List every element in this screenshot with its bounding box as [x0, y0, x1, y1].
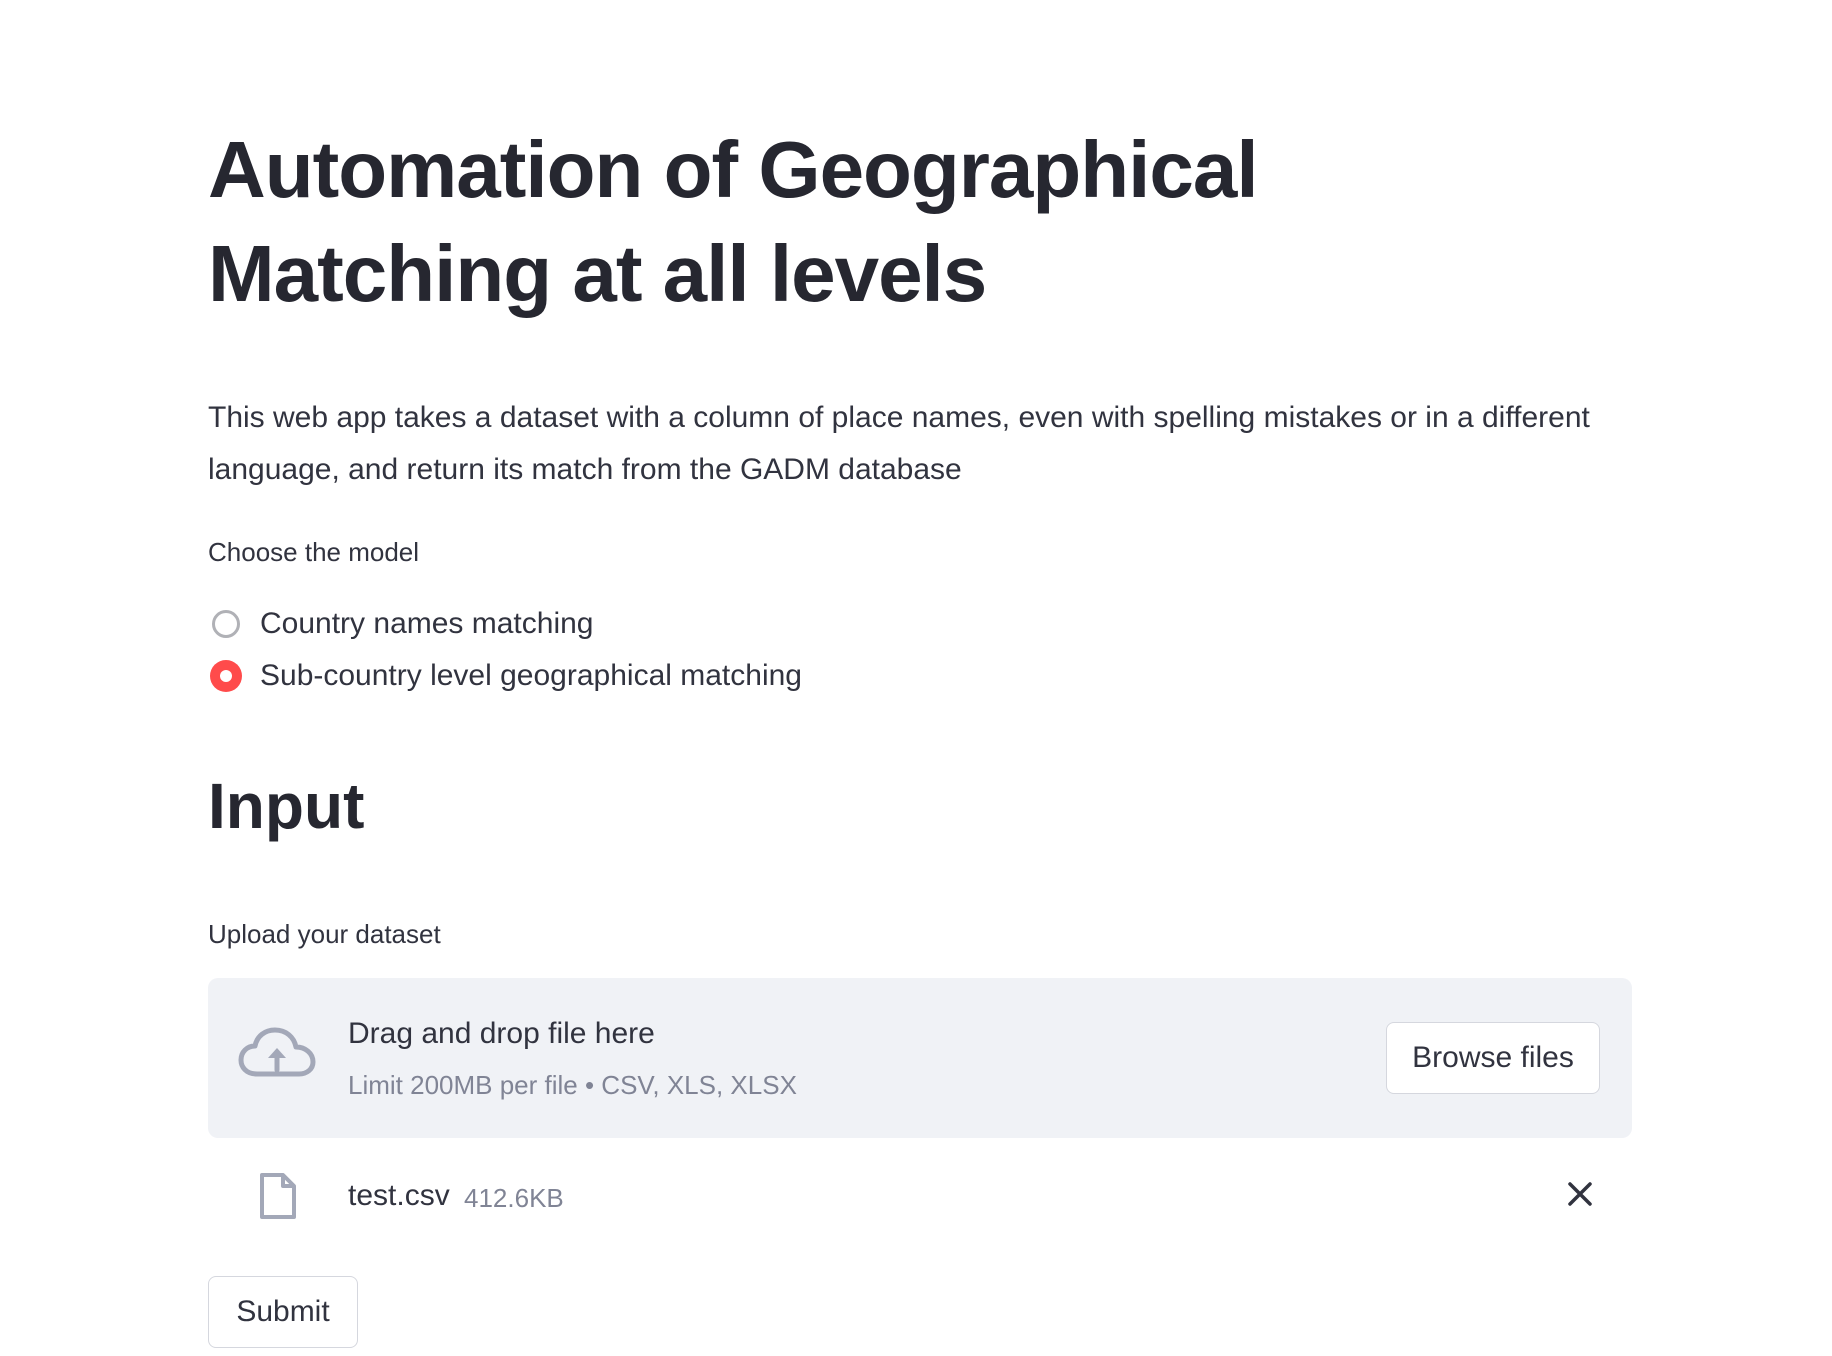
dropzone-title: Drag and drop file here	[348, 1017, 655, 1050]
submit-button[interactable]: Submit	[208, 1276, 358, 1348]
radio-option-country-names[interactable]: Country names matching	[208, 598, 802, 650]
input-section-heading: Input	[208, 770, 365, 842]
uploaded-file-size: 412.6KB	[464, 1183, 564, 1213]
app-description: This web app takes a dataset with a colu…	[208, 401, 1590, 486]
uploaded-file-name: test.csv	[348, 1179, 450, 1212]
model-select-label: Choose the model	[208, 537, 420, 567]
upload-label: Upload your dataset	[208, 919, 441, 949]
uploaded-file-row: test.csv 412.6KB	[208, 1160, 1632, 1230]
browse-files-button[interactable]: Browse files	[1386, 1022, 1600, 1094]
close-icon[interactable]	[1564, 1178, 1596, 1210]
radio-option-label: Country names matching	[260, 607, 594, 640]
cloud-upload-icon	[238, 1024, 316, 1086]
radio-button-unselected[interactable]	[212, 610, 240, 638]
model-radio-group: Country names matching Sub-country level…	[208, 598, 802, 702]
dropzone-hint: Limit 200MB per file • CSV, XLS, XLSX	[348, 1070, 797, 1100]
radio-option-label: Sub-country level geographical matching	[260, 659, 802, 692]
page-title: Automation of Geographical Matching at a…	[208, 125, 1259, 318]
file-icon	[258, 1172, 298, 1220]
radio-option-sub-country[interactable]: Sub-country level geographical matching	[208, 650, 802, 702]
file-dropzone[interactable]: Drag and drop file here Limit 200MB per …	[208, 978, 1632, 1138]
radio-button-selected[interactable]	[210, 660, 242, 692]
